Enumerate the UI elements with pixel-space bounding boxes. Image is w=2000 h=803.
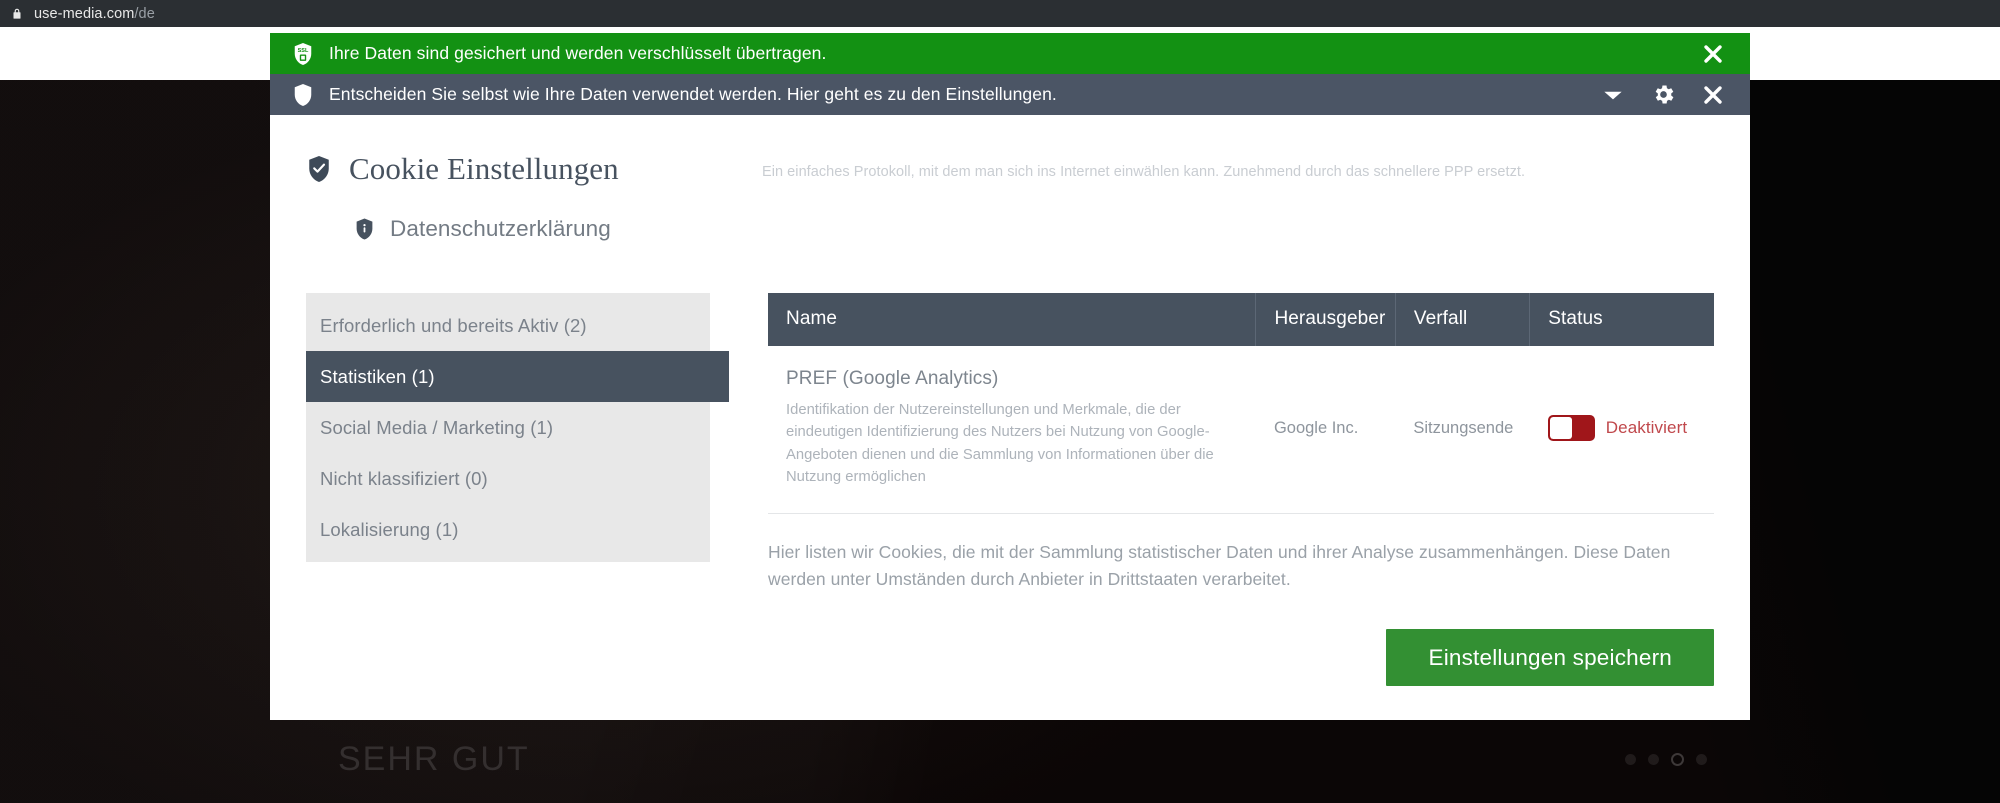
browser-address-bar: use-media.com/de	[0, 0, 2000, 27]
consent-banner-actions	[1600, 82, 1726, 108]
slider-dot-active[interactable]	[1671, 753, 1684, 766]
cell-publisher: Google Inc.	[1255, 346, 1396, 514]
ssl-shield-icon: SSL	[294, 42, 312, 65]
toggle-knob	[1549, 417, 1572, 440]
rating-label: SEHR GUT	[338, 740, 530, 778]
svg-text:SSL: SSL	[298, 48, 309, 54]
slider-dot[interactable]	[1648, 754, 1659, 765]
close-icon[interactable]	[1700, 82, 1726, 108]
page-title: Cookie Einstellungen	[349, 151, 619, 186]
secure-banner-actions	[1700, 41, 1726, 67]
column-header-publisher: Herausgeber	[1255, 293, 1396, 346]
consent-banner-text: Entscheiden Sie selbst wie Ihre Daten ve…	[329, 84, 1057, 104]
cell-status: Deaktiviert	[1529, 346, 1714, 514]
column-header-status: Status	[1529, 293, 1714, 346]
cookie-description: Identifikation der Nutzereinstellungen u…	[786, 402, 1214, 486]
sidebar-item-social-media-marketing[interactable]: Social Media / Marketing (1)	[306, 402, 710, 453]
cell-name: PREF (Google Analytics) Identifikation d…	[768, 346, 1256, 514]
screen: Wir sind eine internationale Medienagent…	[0, 0, 2000, 803]
consent-overlay: SSL Ihre Daten sind gesichert und werden…	[270, 33, 1750, 721]
sidebar-item-erforderlich[interactable]: Erforderlich und bereits Aktiv (2)	[306, 300, 710, 351]
cookie-table: Name Herausgeber Verfall Status PREF (Go…	[768, 293, 1714, 514]
secure-banner-text: Ihre Daten sind gesichert und werden ver…	[329, 43, 827, 63]
category-note: Hier listen wir Cookies, die mit der Sam…	[768, 541, 1671, 589]
lock-icon	[13, 8, 21, 19]
category-description: Ein einfaches Protokoll, mit dem man sic…	[762, 164, 1526, 180]
slider-dots[interactable]	[1625, 753, 1707, 766]
secure-connection-banner: SSL Ihre Daten sind gesichert und werden…	[270, 33, 1750, 74]
column-header-expiry: Verfall	[1395, 293, 1531, 346]
close-icon[interactable]	[1700, 41, 1726, 67]
shield-check-icon	[309, 156, 329, 182]
privacy-policy-link[interactable]: Datenschutzerklärung	[354, 216, 726, 242]
cookie-name: PREF (Google Analytics)	[786, 368, 999, 389]
status-control: Deaktiviert	[1547, 415, 1702, 442]
consent-banner: Entscheiden Sie selbst wie Ihre Daten ve…	[270, 74, 1750, 115]
modal-footer: Einstellungen speichern	[768, 629, 1714, 687]
cookie-toggle[interactable]	[1547, 415, 1595, 442]
chevron-down-icon[interactable]	[1600, 82, 1626, 108]
sidebar-item-statistiken[interactable]: Statistiken (1)	[306, 351, 729, 402]
sidebar-item-label: Statistiken (1)	[320, 365, 435, 387]
shield-icon	[294, 83, 312, 106]
sidebar-item-label: Social Media / Marketing (1)	[320, 416, 554, 438]
save-button[interactable]: Einstellungen speichern	[1386, 629, 1714, 687]
shield-info-icon	[356, 218, 373, 240]
cookie-table-head: Name Herausgeber Verfall Status	[768, 293, 1714, 346]
table-header-row: Name Herausgeber Verfall Status	[768, 293, 1714, 346]
modal-title-row: Cookie Einstellungen	[306, 151, 726, 187]
gear-icon[interactable]	[1650, 82, 1676, 108]
sidebar-item-nicht-klassifiziert[interactable]: Nicht klassifiziert (0)	[306, 453, 710, 504]
cell-expiry: Sitzungsende	[1395, 346, 1530, 514]
modal-header: Cookie Einstellungen Datenschutzerklärun…	[306, 149, 1716, 242]
cookie-table-wrap: Name Herausgeber Verfall Status PREF (Go…	[768, 293, 1716, 687]
slider-dot[interactable]	[1696, 754, 1707, 765]
sidebar-item-label: Lokalisierung (1)	[320, 518, 459, 540]
status-badge: Deaktiviert	[1605, 418, 1688, 438]
category-list: Erforderlich und bereits Aktiv (2) Stati…	[306, 293, 729, 562]
privacy-policy-label: Datenschutzerklärung	[390, 216, 611, 241]
sidebar-item-label: Erforderlich und bereits Aktiv (2)	[320, 314, 587, 336]
url-domain: use-media.com	[34, 5, 135, 22]
cookie-table-body: PREF (Google Analytics) Identifikation d…	[768, 346, 1714, 514]
url-path: /de	[134, 5, 155, 22]
modal-body: Erforderlich und bereits Aktiv (2) Stati…	[306, 293, 1716, 687]
cookie-settings-modal: Cookie Einstellungen Datenschutzerklärun…	[270, 115, 1750, 721]
sidebar-item-label: Nicht klassifiziert (0)	[320, 467, 488, 489]
column-header-name: Name	[768, 293, 1257, 346]
url-text[interactable]: use-media.com/de	[34, 6, 155, 22]
slider-dot[interactable]	[1625, 754, 1636, 765]
sidebar-item-lokalisierung[interactable]: Lokalisierung (1)	[306, 504, 710, 555]
modal-header-left: Cookie Einstellungen Datenschutzerklärun…	[306, 149, 726, 242]
table-row: PREF (Google Analytics) Identifikation d…	[768, 346, 1714, 514]
